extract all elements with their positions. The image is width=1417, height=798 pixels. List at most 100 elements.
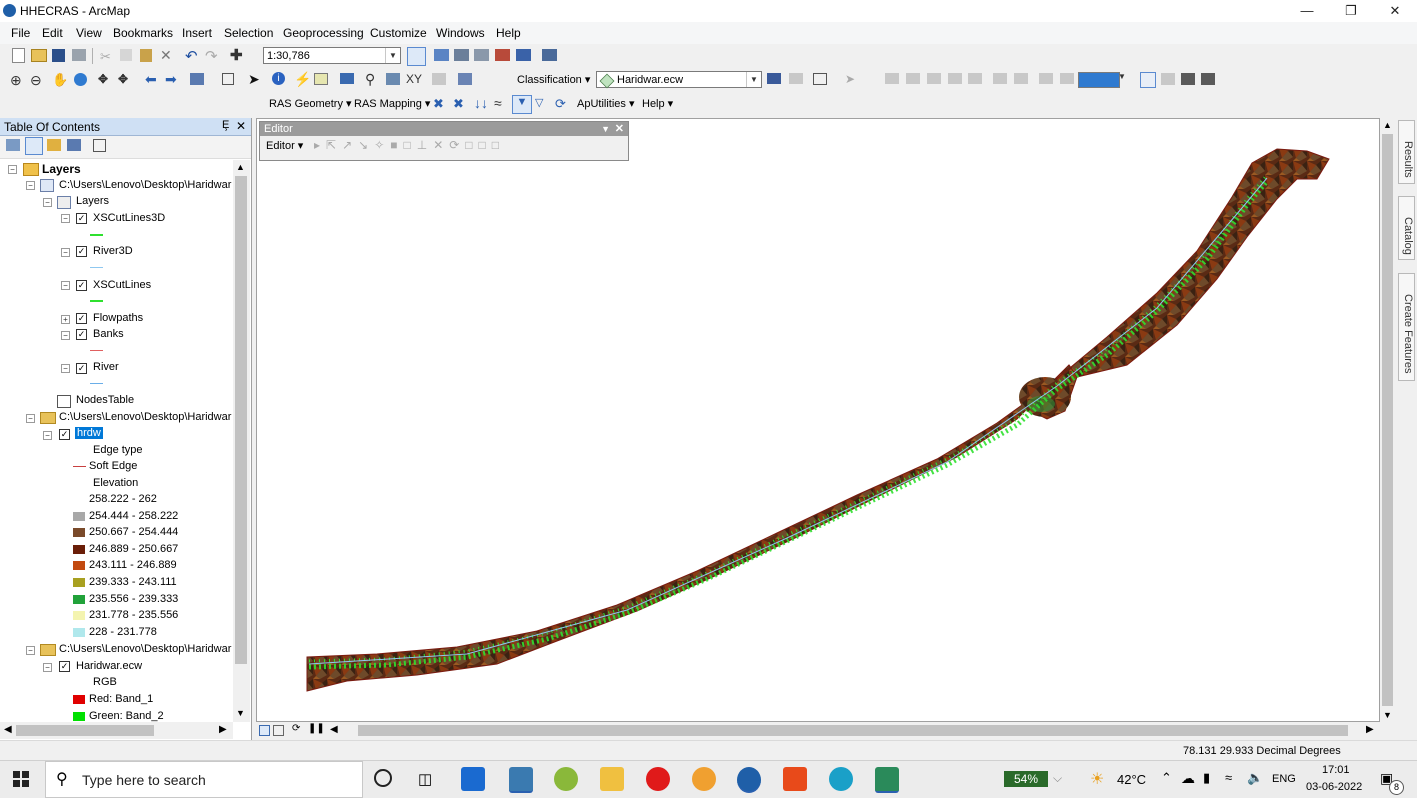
flowpath-icon[interactable]: ↓↓ <box>474 95 490 111</box>
cut-icon[interactable]: ✂ <box>100 49 116 65</box>
toc-horizontal-scrollbar[interactable]: ◀ ▶ <box>0 722 233 739</box>
toc-item-flowpaths[interactable]: Flowpaths <box>93 312 143 324</box>
add-data-icon[interactable]: ✚ <box>230 46 246 64</box>
identify-icon[interactable]: i <box>272 72 285 85</box>
assign-river-icon[interactable]: ✖ <box>433 96 449 112</box>
scroll-thumb[interactable] <box>16 725 154 736</box>
menu-customize[interactable]: Customize <box>370 26 427 40</box>
list-by-source-icon[interactable] <box>25 137 43 155</box>
onedrive-icon[interactable]: ☁ <box>1181 770 1195 787</box>
menu-edit[interactable]: Edit <box>42 26 63 40</box>
xs-lines-icon[interactable]: ≈ <box>494 95 510 111</box>
scroll-up-icon[interactable]: ▲ <box>1383 120 1392 130</box>
symbology-icon[interactable] <box>767 73 781 84</box>
layout-export-icon[interactable] <box>1201 73 1215 85</box>
map-scale-combo[interactable]: 1:30,786 ▼ <box>263 47 401 64</box>
fill-color-picker[interactable] <box>1078 72 1120 88</box>
layout-view-icon[interactable] <box>273 725 284 736</box>
pause-drawing-icon[interactable]: ❚❚ <box>308 723 325 739</box>
cortana-icon[interactable] <box>374 769 392 787</box>
close-button[interactable]: ✕ <box>1373 0 1417 22</box>
task-view-icon[interactable]: ◫ <box>418 770 432 788</box>
layer-checkbox[interactable]: ✓ <box>76 280 87 291</box>
menu-insert[interactable]: Insert <box>182 26 212 40</box>
layout-tool-3-icon[interactable] <box>1039 73 1053 84</box>
scroll-thumb[interactable] <box>358 725 1348 736</box>
search-window-icon[interactable] <box>474 49 489 61</box>
goto-xy-icon[interactable]: XY <box>406 72 422 88</box>
chevron-down-icon[interactable]: ▼ <box>746 72 761 87</box>
scroll-right-icon[interactable]: ▶ <box>219 724 227 735</box>
xs-plot-icon[interactable]: ▼ <box>512 95 532 114</box>
toc-item-nodestable[interactable]: NodesTable <box>76 394 134 406</box>
html-popup-icon[interactable] <box>314 73 328 85</box>
layer-checkbox[interactable]: ✓ <box>59 429 70 440</box>
layout-tool-1-icon[interactable] <box>993 73 1007 84</box>
delete-icon[interactable]: ✕ <box>160 47 176 63</box>
layer-checkbox[interactable]: ✓ <box>76 246 87 257</box>
file-explorer-icon[interactable] <box>600 767 624 791</box>
list-by-selection-icon[interactable] <box>67 139 81 151</box>
draw-arrow-icon[interactable]: ➤ <box>845 72 861 88</box>
data-view-icon[interactable] <box>259 725 270 736</box>
scroll-down-icon[interactable]: ▼ <box>1383 710 1392 720</box>
forward-icon[interactable]: ➡ <box>165 71 181 87</box>
collapse-icon[interactable]: − <box>43 431 52 440</box>
refresh-icon[interactable]: ⟳ <box>555 96 571 112</box>
toc-options-icon[interactable] <box>93 139 106 152</box>
georef-tool-3-icon[interactable] <box>927 73 941 84</box>
python-window-icon[interactable] <box>516 49 531 61</box>
mic-icon[interactable]: ⌵ <box>1053 771 1062 786</box>
profile-icon[interactable]: ▽ <box>535 96 551 112</box>
scroll-right-icon[interactable]: ▶ <box>1366 724 1374 735</box>
menu-windows[interactable]: Windows <box>436 26 485 40</box>
page-layout-icon[interactable] <box>1140 72 1156 88</box>
collapse-icon[interactable]: − <box>61 281 70 290</box>
list-by-drawing-order-icon[interactable] <box>6 139 20 151</box>
clock-time[interactable]: 17:01 <box>1322 764 1350 776</box>
menu-file[interactable]: File <box>11 26 30 40</box>
chevron-down-icon[interactable]: ▼ <box>385 48 400 63</box>
paste-icon[interactable] <box>140 49 152 62</box>
minimize-button[interactable]: — <box>1285 0 1329 22</box>
time-slider-icon[interactable] <box>432 73 446 85</box>
layout-tool-2-icon[interactable] <box>1014 73 1028 84</box>
pan-icon[interactable]: ✋ <box>52 72 68 88</box>
menu-bookmarks[interactable]: Bookmarks <box>113 26 173 40</box>
find-icon[interactable]: ⚲ <box>365 71 381 87</box>
georef-tool-5-icon[interactable] <box>968 73 982 84</box>
arctoolbox-icon[interactable] <box>495 49 510 61</box>
office-app-icon[interactable] <box>783 767 807 791</box>
scroll-thumb[interactable] <box>1382 134 1393 706</box>
arcgis-app-icon[interactable] <box>509 767 533 793</box>
collapse-icon[interactable]: − <box>61 364 70 373</box>
opera-browser-icon[interactable] <box>646 767 670 791</box>
scroll-thumb[interactable] <box>235 176 247 664</box>
collapse-icon[interactable]: − <box>43 198 52 207</box>
classification-menu[interactable]: Classification ▾ <box>517 73 590 86</box>
layer-combo[interactable]: Haridwar.ecw ▼ <box>596 71 762 89</box>
modelbuilder-icon[interactable] <box>542 49 557 61</box>
georef-tool-1-icon[interactable] <box>885 73 899 84</box>
collapse-icon[interactable]: − <box>26 414 35 423</box>
toc-window-icon[interactable] <box>434 49 449 61</box>
zoom-in-icon[interactable]: ⊕ <box>10 72 26 88</box>
scroll-left-icon[interactable]: ◀ <box>4 724 12 735</box>
layout-page-icon[interactable] <box>1161 73 1175 85</box>
toc-item-source-1[interactable]: C:\Users\Lenovo\Desktop\Haridwar <box>59 179 232 191</box>
speaker-icon[interactable]: 🔈 <box>1247 770 1263 786</box>
aputilities-menu[interactable]: ApUtilities ▾ <box>577 97 634 110</box>
mail-app-icon[interactable] <box>461 767 485 791</box>
clear-selection-icon[interactable] <box>222 73 234 85</box>
pin-icon[interactable]: Ȩ <box>222 119 229 131</box>
toc-item-layers-group[interactable]: Layers <box>76 195 109 207</box>
lm-app-icon[interactable] <box>692 767 716 791</box>
map-horizontal-scrollbar[interactable]: ⟳ ❚❚ ◀ ▶ <box>256 722 1380 739</box>
menu-geoprocessing[interactable]: Geoprocessing <box>283 26 364 40</box>
battery-icon[interactable]: ▮ <box>1203 770 1210 786</box>
close-icon[interactable]: ✕ <box>615 122 624 136</box>
measure-icon[interactable] <box>340 73 354 84</box>
toc-item-hrdw-selected[interactable]: hrdw <box>75 427 103 439</box>
toc-item-source-3[interactable]: C:\Users\Lenovo\Desktop\Haridwar <box>59 643 232 655</box>
map-display[interactable]: Editor ▼ ✕ Editor ▾ ▸⇱↗↘✧■□⊥✕⟳□□□ <box>256 118 1380 722</box>
